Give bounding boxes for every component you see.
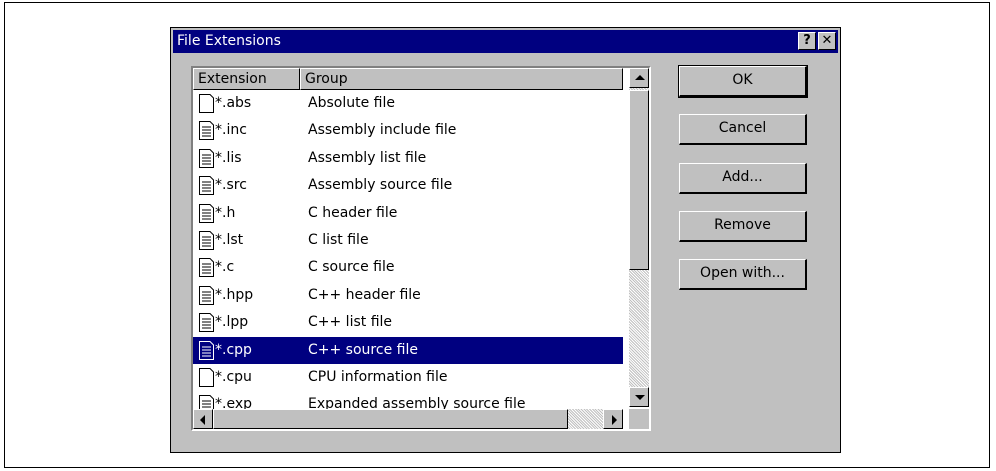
group-cell: C++ list file	[308, 314, 393, 331]
text-document-icon	[198, 285, 215, 305]
vertical-scrollbar[interactable]	[629, 68, 649, 407]
column-header-extension[interactable]: Extension	[193, 68, 300, 90]
list-item[interactable]: *.abs Absolute file	[193, 90, 623, 117]
extension-cell: *.cpu	[215, 368, 252, 385]
add-button[interactable]: Add...	[679, 163, 807, 194]
remove-button[interactable]: Remove	[679, 211, 807, 242]
extension-cell: *.hpp	[215, 286, 254, 303]
blank-document-icon	[198, 94, 215, 113]
column-header-group[interactable]: Group	[300, 68, 623, 90]
group-cell: C++ header file	[308, 286, 421, 303]
help-button[interactable]: ?	[798, 32, 816, 50]
close-button[interactable]: ✕	[818, 32, 836, 50]
group-cell: Assembly include file	[308, 122, 457, 139]
scroll-up-button[interactable]	[629, 68, 649, 88]
text-document-icon	[198, 230, 215, 250]
group-cell: C header file	[308, 204, 398, 221]
group-cell: Assembly source file	[308, 177, 453, 194]
blank-document-icon	[198, 367, 215, 387]
cancel-button[interactable]: Cancel	[679, 114, 807, 145]
down-arrow-icon	[635, 395, 645, 400]
group-cell: C++ source file	[308, 341, 418, 358]
list-item[interactable]: *.lst C list file	[193, 227, 623, 254]
text-document-icon	[198, 313, 215, 333]
list-item[interactable]: *.cpu CPU information file	[193, 364, 623, 391]
open-with-button[interactable]: Open with...	[679, 259, 807, 290]
scroll-left-button[interactable]	[193, 409, 213, 429]
list-item[interactable]: *.inc Assembly include file	[193, 117, 623, 144]
scrollbar-corner	[629, 409, 649, 429]
extension-cell: *.src	[215, 177, 247, 194]
extension-cell: *.inc	[215, 122, 247, 139]
extension-list[interactable]: Extension Group *.abs Absolute file *.inc A…	[191, 66, 651, 431]
extension-cell: *.lpp	[215, 314, 249, 331]
group-cell: C list file	[308, 231, 369, 248]
extension-cell: *.lis	[215, 149, 242, 166]
file-extensions-dialog: File Extensions ? ✕ Extension Group *.ab…	[170, 27, 841, 453]
text-document-icon	[198, 121, 215, 141]
extension-cell: *.cpp	[215, 341, 252, 358]
group-cell: Assembly list file	[308, 149, 427, 166]
list-item[interactable]: *.hpp C++ header file	[193, 282, 623, 309]
text-document-icon	[198, 176, 215, 196]
right-arrow-icon	[612, 415, 617, 425]
vertical-scroll-thumb[interactable]	[629, 90, 649, 270]
list-item[interactable]: *.src Assembly source file	[193, 172, 623, 199]
scroll-down-button[interactable]	[629, 387, 649, 407]
dialog-title: File Extensions	[177, 33, 281, 49]
list-item[interactable]: *.h C header file	[193, 200, 623, 227]
extension-cell: *.lst	[215, 231, 244, 248]
text-document-icon	[198, 148, 215, 168]
horizontal-scroll-thumb[interactable]	[213, 409, 568, 429]
extension-cell: *.c	[215, 259, 235, 276]
text-document-icon	[198, 258, 215, 278]
ok-button[interactable]: OK	[678, 65, 808, 98]
list-item[interactable]: *.cpp C++ source file	[193, 336, 623, 364]
text-document-icon	[198, 340, 215, 360]
list-rows: *.abs Absolute file *.inc Assembly include …	[193, 90, 623, 419]
list-item[interactable]: *.c C source file	[193, 254, 623, 281]
scroll-right-button[interactable]	[603, 409, 623, 429]
up-arrow-icon	[635, 75, 645, 80]
extension-cell: *.h	[215, 204, 236, 221]
list-item[interactable]: *.lis Assembly list file	[193, 145, 623, 172]
group-cell: CPU information file	[308, 368, 448, 385]
group-cell: Absolute file	[308, 95, 395, 111]
title-bar: File Extensions ? ✕	[173, 30, 838, 53]
group-cell: C source file	[308, 259, 395, 276]
extension-cell: *.abs	[215, 95, 252, 111]
list-item[interactable]: *.lpp C++ list file	[193, 309, 623, 336]
left-arrow-icon	[200, 415, 205, 425]
text-document-icon	[198, 203, 215, 223]
horizontal-scrollbar[interactable]	[193, 409, 623, 429]
